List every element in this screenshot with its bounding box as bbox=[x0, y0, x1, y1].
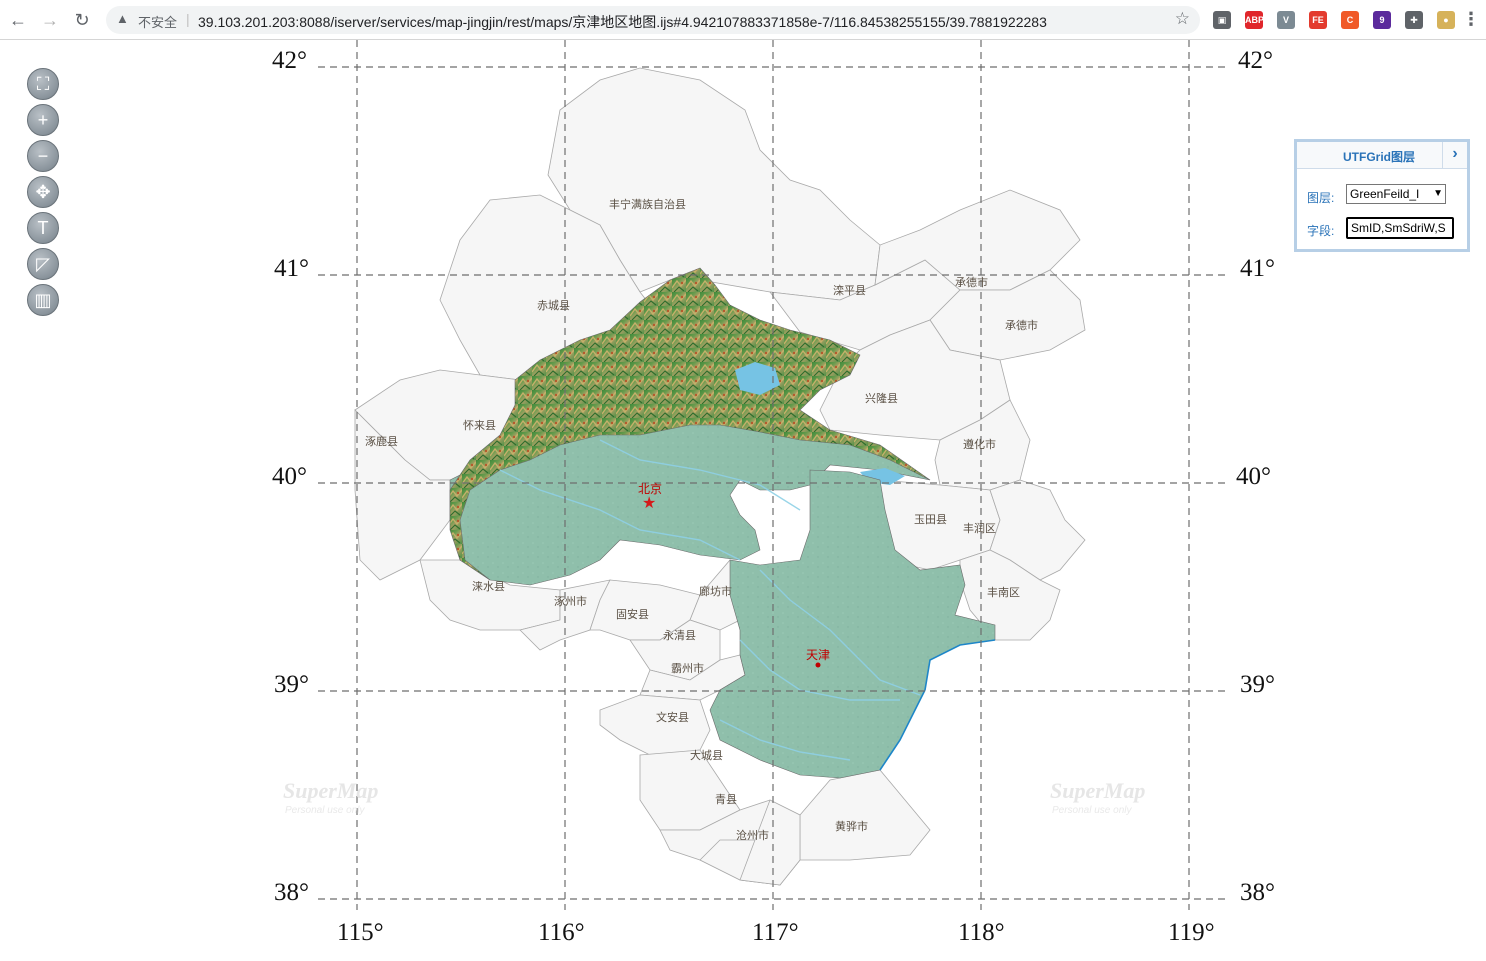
zoom-out-button[interactable]: − bbox=[27, 140, 59, 172]
place-label: 承德市 bbox=[955, 275, 988, 289]
lat-label: 41° bbox=[1240, 255, 1275, 282]
map-view[interactable]: 42° 41° 40° 39° 38° 42° 41° 40° 39° 38° … bbox=[0, 40, 1486, 961]
lat-label: 40° bbox=[1236, 463, 1271, 490]
fe-helper-ext-icon[interactable]: FE bbox=[1309, 11, 1327, 29]
lat-label: 40° bbox=[272, 463, 307, 490]
pan-button[interactable]: ✥ bbox=[27, 176, 59, 208]
vue-devtools-ext-icon[interactable]: V bbox=[1277, 11, 1295, 29]
place-label: 沧州市 bbox=[736, 828, 769, 842]
measure-distance-button[interactable]: T bbox=[27, 212, 59, 244]
place-label: 玉田县 bbox=[914, 513, 947, 526]
longitude-labels: 115° 116° 117° 118° 119° bbox=[337, 919, 1215, 946]
lat-label: 38° bbox=[274, 879, 309, 906]
layer-label: 图层: bbox=[1307, 191, 1335, 205]
beijing-star-icon: ★ bbox=[642, 495, 656, 512]
lon-label: 119° bbox=[1168, 919, 1215, 946]
screenshot-ext-icon[interactable]: ▣ bbox=[1213, 11, 1231, 29]
place-label: 涞水县 bbox=[472, 580, 505, 593]
lat-label: 42° bbox=[272, 47, 307, 74]
city-label-tianjin: 天津 bbox=[806, 648, 830, 662]
watermark: SuperMap bbox=[1050, 778, 1145, 803]
back-arrow-icon[interactable]: ← bbox=[6, 8, 30, 32]
lat-label: 39° bbox=[1240, 671, 1275, 698]
watermark-sub: Personal use only bbox=[1052, 805, 1132, 816]
place-label: 永清县 bbox=[663, 628, 696, 642]
place-label: 丰宁满族自治县 bbox=[609, 197, 686, 211]
place-label: 兴隆县 bbox=[865, 391, 898, 405]
panel-title: UTFGrid图层 bbox=[1343, 150, 1415, 164]
collapse-arrow-icon[interactable]: › bbox=[1442, 142, 1467, 168]
url-text[interactable]: 39.103.201.203:8088/iserver/services/map… bbox=[198, 12, 1047, 32]
place-label: 赤城县 bbox=[537, 299, 570, 312]
place-label: 青县 bbox=[715, 793, 737, 806]
clear-button[interactable]: ▥ bbox=[27, 284, 59, 316]
place-label: 黄骅市 bbox=[835, 819, 868, 833]
address-bar[interactable]: ▲ 不安全 | 39.103.201.203:8088/iserver/serv… bbox=[106, 6, 1200, 34]
zoom-in-button[interactable]: + bbox=[27, 104, 59, 136]
map-canvas[interactable]: 42° 41° 40° 39° 38° 42° 41° 40° 39° 38° … bbox=[0, 40, 1486, 961]
lat-label: 42° bbox=[1238, 47, 1273, 74]
place-label: 霸州市 bbox=[671, 661, 704, 675]
warning-icon: ▲ bbox=[116, 11, 129, 26]
lon-label: 116° bbox=[538, 919, 585, 946]
place-label: 遵化市 bbox=[963, 437, 996, 451]
utfgrid-panel: UTFGrid图层 › 图层: GreenFeild_I ▼ 字段: SmID,… bbox=[1294, 139, 1470, 252]
panel-header: UTFGrid图层 › bbox=[1297, 142, 1467, 169]
place-label: 涿州市 bbox=[554, 594, 587, 608]
place-label: 滦平县 bbox=[833, 283, 866, 297]
place-label: 丰润区 bbox=[963, 521, 996, 535]
menu-dots-icon[interactable]: ⋮ bbox=[1462, 9, 1480, 30]
chevron-down-icon: ▼ bbox=[1433, 188, 1443, 199]
lat-label: 39° bbox=[274, 671, 309, 698]
field-label: 字段: bbox=[1307, 224, 1335, 238]
full-extent-button[interactable]: ⛶ bbox=[27, 68, 59, 100]
watermark-sub: Personal use only bbox=[285, 805, 365, 816]
tianjin-dot-icon bbox=[815, 662, 821, 668]
place-label: 涿鹿县 bbox=[365, 434, 398, 448]
place-label: 丰南区 bbox=[987, 586, 1020, 599]
forward-arrow-icon[interactable]: → bbox=[38, 8, 62, 32]
puzzle-ext-icon[interactable]: ✚ bbox=[1405, 11, 1423, 29]
lon-label: 115° bbox=[337, 919, 384, 946]
c-ext-icon[interactable]: C bbox=[1341, 11, 1359, 29]
lon-label: 117° bbox=[752, 919, 799, 946]
watermark: SuperMap bbox=[283, 778, 378, 803]
security-label[interactable]: 不安全 bbox=[138, 12, 177, 31]
place-label: 廊坊市 bbox=[699, 584, 732, 598]
adblock-plus-ext-icon[interactable]: ABP bbox=[1245, 11, 1264, 29]
place-label: 大城县 bbox=[690, 748, 723, 762]
place-label: 承德市 bbox=[1005, 318, 1038, 332]
place-label: 文安县 bbox=[656, 710, 689, 724]
badge-ext-icon[interactable]: 9 bbox=[1373, 11, 1391, 29]
avatar-ext-icon[interactable]: ● bbox=[1437, 11, 1455, 29]
measure-area-button[interactable]: ◸ bbox=[27, 248, 59, 280]
reload-icon[interactable]: ↻ bbox=[70, 8, 94, 32]
lat-label: 41° bbox=[274, 255, 309, 282]
separator: | bbox=[186, 11, 190, 27]
place-label: 怀来县 bbox=[463, 419, 496, 432]
lat-label: 38° bbox=[1240, 879, 1275, 906]
city-label-beijing: 北京 bbox=[638, 482, 662, 496]
bookmark-star-icon[interactable]: ☆ bbox=[1175, 9, 1190, 29]
place-label: 固安县 bbox=[616, 607, 649, 621]
field-input[interactable]: SmID,SmSdriW,S bbox=[1346, 217, 1454, 239]
layer-select[interactable]: GreenFeild_I ▼ bbox=[1346, 184, 1446, 204]
browser-toolbar: ← → ↻ ▲ 不安全 | 39.103.201.203:8088/iserve… bbox=[0, 0, 1486, 40]
lon-label: 118° bbox=[958, 919, 1005, 946]
